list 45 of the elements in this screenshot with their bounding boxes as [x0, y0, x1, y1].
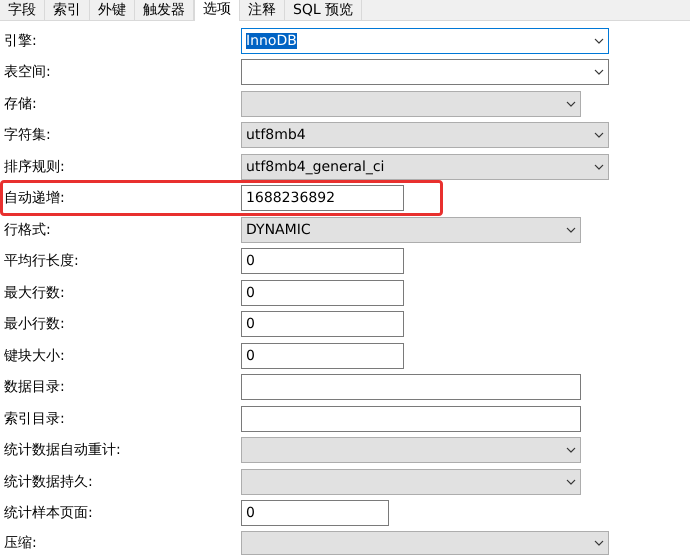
field-label: 统计样本页面: — [3, 504, 94, 522]
input-field[interactable]: 0 — [241, 500, 389, 526]
field-label: 平均行长度: — [3, 252, 80, 270]
chevron-down-icon — [594, 164, 604, 170]
chevron-down-icon — [566, 447, 576, 454]
chevron-down-icon — [566, 478, 576, 485]
field-label: 最小行数: — [3, 315, 66, 334]
input-field[interactable]: 1688236892 — [241, 185, 404, 212]
dropdown-field[interactable] — [241, 468, 581, 495]
input-field[interactable]: 0 — [241, 248, 404, 274]
field-label: 统计数据持久: — [3, 472, 94, 491]
input-field[interactable] — [241, 374, 581, 400]
field-label: 压缩: — [3, 534, 38, 552]
field-label: 表空间: — [3, 63, 52, 82]
field-label: 数据目录: — [3, 378, 66, 396]
chevron-down-icon — [566, 226, 576, 233]
field-label: 索引目录: — [3, 410, 66, 428]
field-label: 存储: — [3, 94, 38, 113]
dropdown-field[interactable] — [241, 59, 609, 86]
dropdown-field[interactable]: utf8mb4_general_ci — [241, 154, 609, 180]
field-label: 自动递增: — [3, 189, 66, 208]
field-label: 排序规则: — [3, 158, 66, 176]
chevron-down-icon — [566, 100, 576, 107]
field-label: 最大行数: — [3, 284, 66, 302]
input-field[interactable]: 0 — [241, 280, 404, 306]
field-label: 字符集: — [3, 126, 52, 144]
chevron-down-icon — [594, 69, 604, 76]
dropdown-field[interactable]: utf8mb4 — [241, 122, 609, 148]
input-field[interactable] — [241, 406, 581, 432]
input-field[interactable]: 0 — [241, 311, 404, 338]
input-field[interactable]: 0 — [241, 342, 404, 369]
dropdown-field[interactable]: InnoDB — [241, 28, 609, 54]
chevron-down-icon — [594, 38, 604, 44]
dropdown-field[interactable]: DYNAMIC — [241, 216, 581, 243]
dropdown-field[interactable] — [241, 531, 609, 555]
dropdown-field[interactable] — [241, 437, 581, 464]
field-label: 行格式: — [3, 220, 52, 239]
tab[interactable]: 选项 — [194, 0, 240, 21]
dropdown-field[interactable] — [241, 90, 581, 117]
chevron-down-icon — [594, 540, 604, 546]
field-label: 引擎: — [3, 32, 38, 50]
field-label: 统计数据自动重计: — [3, 441, 122, 460]
field-label: 键块大小: — [3, 346, 66, 365]
chevron-down-icon — [594, 132, 604, 138]
selected-text: InnoDB — [246, 32, 297, 49]
